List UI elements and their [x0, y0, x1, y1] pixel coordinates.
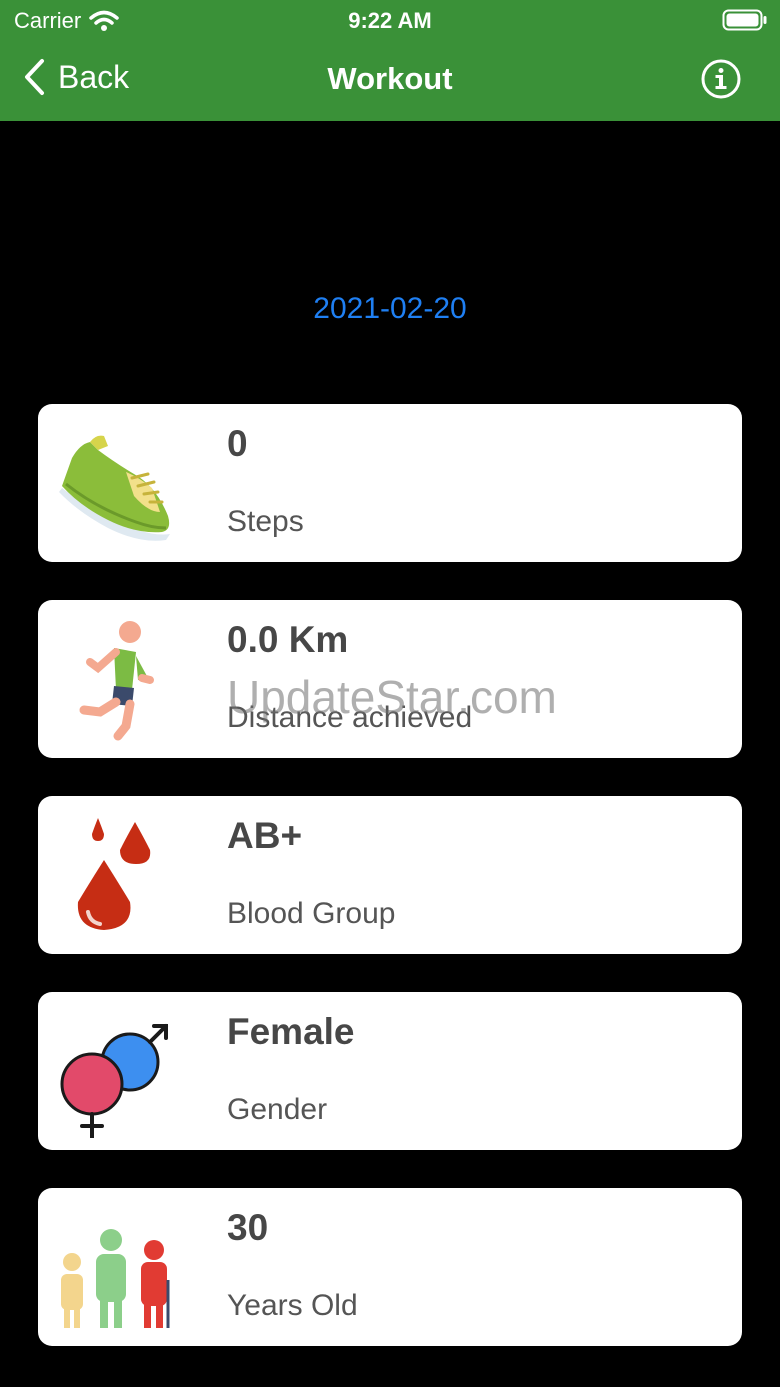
blood-group-label: Blood Group — [227, 897, 396, 930]
workout-date[interactable]: 2021-02-20 — [0, 292, 780, 326]
gender-symbols-icon — [60, 1024, 168, 1138]
app-header: Carrier 9:22 AM Back Workout — [0, 0, 780, 121]
distance-card: 0.0 Km Distance achieved — [38, 600, 742, 758]
runner-icon — [79, 621, 154, 741]
gender-value: Female — [227, 1011, 355, 1052]
blood-drops-icon — [77, 818, 151, 930]
gender-label: Gender — [227, 1093, 328, 1126]
age-label: Years Old — [227, 1289, 358, 1322]
status-time: 9:22 AM — [348, 8, 432, 33]
distance-label: Distance achieved — [227, 701, 473, 734]
steps-label: Steps — [227, 505, 304, 538]
page-title: Workout — [327, 61, 453, 96]
people-ages-icon — [61, 1229, 170, 1328]
steps-value: 0 — [227, 423, 248, 464]
age-card: 30 Years Old — [38, 1188, 742, 1346]
steps-card: 0 Steps — [38, 404, 742, 562]
age-value: 30 — [227, 1207, 269, 1248]
blood-group-card: AB+ Blood Group — [38, 796, 742, 954]
info-icon[interactable] — [700, 58, 742, 100]
battery-icon — [722, 9, 767, 31]
distance-value: 0.0 Km — [227, 619, 349, 660]
status-bar: Carrier 9:22 AM — [0, 0, 780, 40]
blood-group-value: AB+ — [227, 815, 303, 856]
shoe-icon — [59, 435, 170, 541]
navigation-bar: Back Workout — [0, 40, 780, 121]
gender-card: Female Gender — [38, 992, 742, 1150]
